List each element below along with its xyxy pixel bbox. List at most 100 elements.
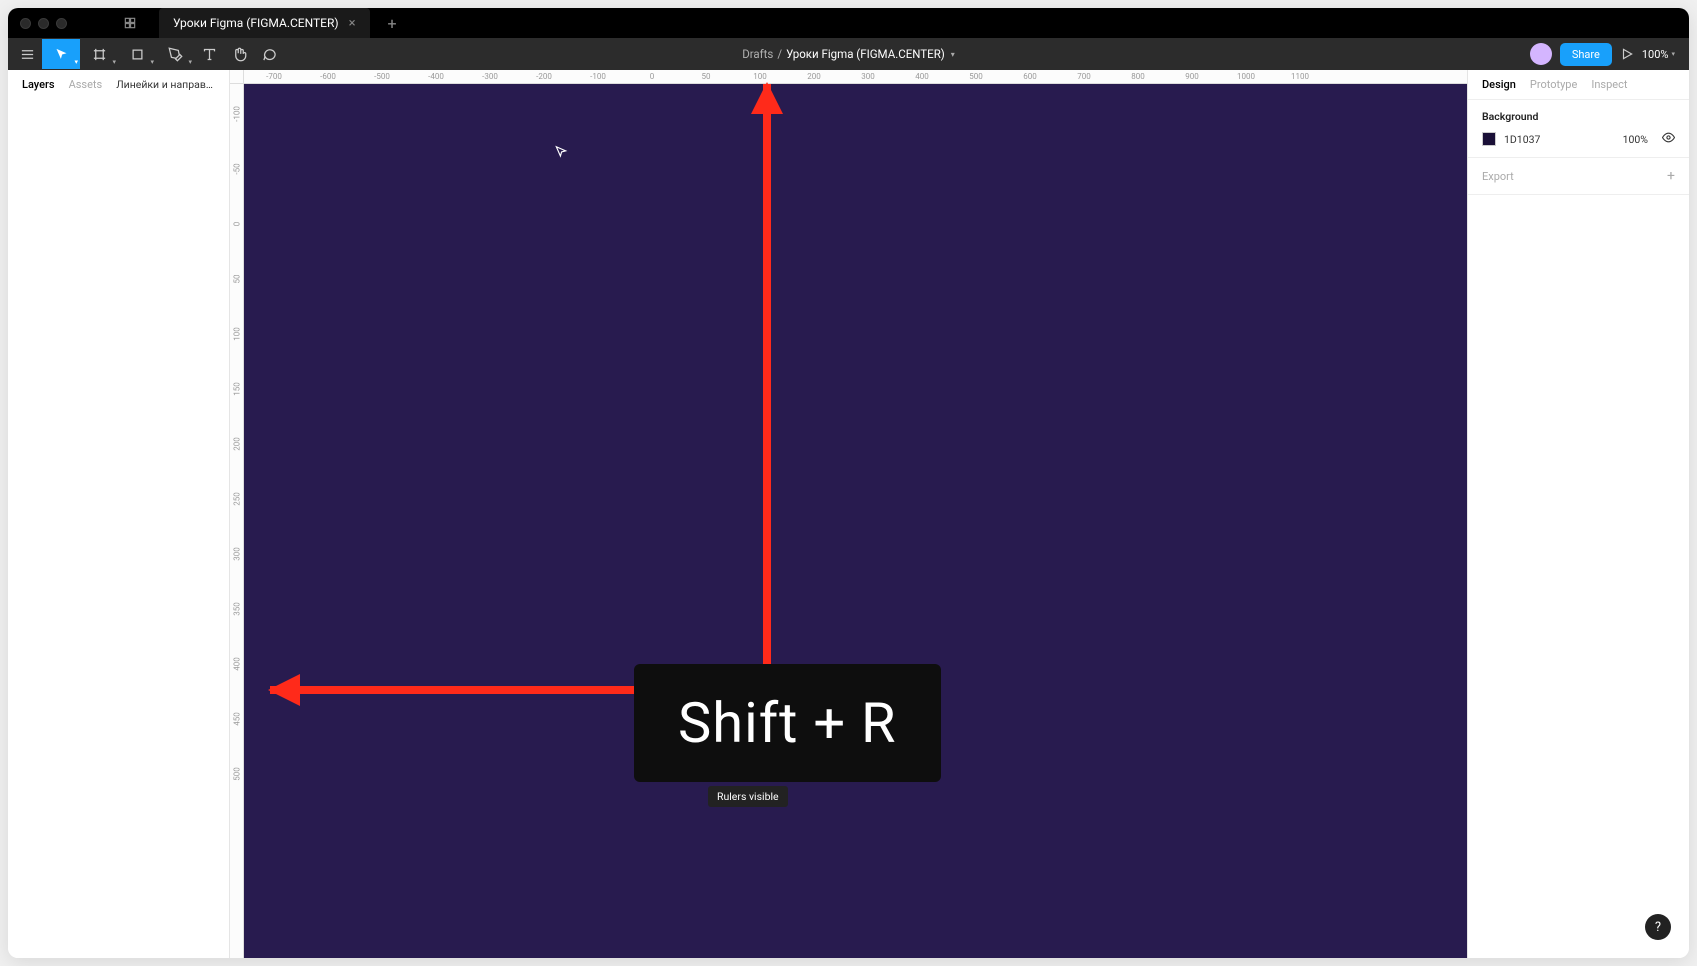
- canvas[interactable]: [244, 84, 1467, 958]
- ruler-tick: 500: [969, 72, 983, 81]
- chevron-down-icon: ▾: [112, 58, 116, 66]
- chevron-down-icon: ▾: [74, 58, 78, 66]
- chevron-down-icon: ▾: [150, 58, 154, 66]
- shape-tool[interactable]: ▾: [118, 39, 156, 69]
- visibility-toggle-icon[interactable]: [1662, 131, 1675, 147]
- ruler-tick: 600: [1023, 72, 1037, 81]
- export-label: Export: [1482, 170, 1514, 183]
- document-tab[interactable]: Уроки Figma (FIGMA.CENTER) ×: [159, 8, 370, 38]
- comment-tool[interactable]: [254, 39, 284, 69]
- zoom-value: 100%: [1642, 48, 1669, 61]
- annotation-arrow-vertical: [763, 84, 771, 689]
- move-tool[interactable]: ▾: [42, 39, 80, 69]
- ruler-tick: 700: [1077, 72, 1091, 81]
- tab-layers[interactable]: Layers: [22, 78, 55, 91]
- background-opacity[interactable]: 100%: [1623, 133, 1648, 146]
- background-title: Background: [1482, 110, 1675, 123]
- export-section: Export +: [1468, 158, 1689, 195]
- tab-prototype[interactable]: Prototype: [1530, 78, 1577, 91]
- ruler-tick: -500: [374, 72, 390, 81]
- toolbar-right: Share 100% ▾: [1530, 43, 1685, 66]
- ruler-tick: 150: [233, 382, 242, 396]
- traffic-lights[interactable]: [20, 18, 67, 29]
- tab-assets[interactable]: Assets: [69, 78, 103, 91]
- tab-title: Уроки Figma (FIGMA.CENTER): [173, 16, 339, 30]
- ruler-tick: 350: [233, 602, 242, 616]
- ruler-tick: -100: [233, 106, 242, 122]
- color-swatch[interactable]: [1482, 132, 1496, 146]
- close-tab-icon[interactable]: ×: [349, 16, 356, 31]
- close-window-icon[interactable]: [20, 18, 31, 29]
- ruler-tick: 1000: [1237, 72, 1255, 81]
- hand-tool[interactable]: [224, 39, 254, 69]
- shortcut-callout: Shift + R: [634, 664, 941, 782]
- ruler-tick: -300: [482, 72, 498, 81]
- cursor-icon: [554, 144, 568, 163]
- annotation-arrow-horizontal: [270, 686, 650, 694]
- minimize-window-icon[interactable]: [38, 18, 49, 29]
- zoom-control[interactable]: 100% ▾: [1642, 48, 1675, 61]
- new-tab-button[interactable]: +: [388, 14, 397, 33]
- right-panel: Design Prototype Inspect Background 1D10…: [1467, 70, 1689, 958]
- main-menu-button[interactable]: [12, 39, 42, 69]
- text-tool[interactable]: [194, 39, 224, 69]
- ruler-tick: 100: [233, 327, 242, 341]
- breadcrumb[interactable]: Drafts / Уроки Figma (FIGMA.CENTER) ▾: [742, 47, 955, 61]
- frame-tool[interactable]: ▾: [80, 39, 118, 69]
- chevron-down-icon: ▾: [1671, 50, 1675, 58]
- background-hex[interactable]: 1D1037: [1504, 133, 1615, 146]
- ruler-tick: 100: [753, 72, 767, 81]
- left-panel: Layers Assets Линейки и направляющие (вк…: [8, 70, 230, 958]
- chevron-down-icon: ▾: [188, 58, 192, 66]
- user-avatar[interactable]: [1530, 43, 1552, 65]
- ruler-horizontal[interactable]: -700 -600 -500 -400 -300 -200 -100 0 50 100 200 300…: [244, 70, 1467, 84]
- ruler-tick: 900: [1185, 72, 1199, 81]
- help-button[interactable]: ?: [1645, 914, 1671, 940]
- present-icon[interactable]: [1620, 47, 1634, 61]
- page-selector[interactable]: Линейки и направляющие (включе...: [116, 78, 215, 91]
- breadcrumb-root[interactable]: Drafts: [742, 47, 773, 61]
- left-panel-tabs: Layers Assets Линейки и направляющие (вк…: [8, 70, 229, 99]
- toolbar: ▾ ▾ ▾ ▾ Drafts / Уроки Figma (FIGMA.CENT…: [8, 38, 1689, 70]
- ruler-tick: 0: [233, 222, 242, 227]
- add-export-button[interactable]: +: [1667, 168, 1675, 184]
- ruler-tick: -200: [536, 72, 552, 81]
- ruler-tick: 400: [233, 657, 242, 671]
- ruler-tick: 500: [233, 767, 242, 781]
- ruler-tick: -400: [428, 72, 444, 81]
- ruler-tick: 200: [807, 72, 821, 81]
- ruler-tick: 0: [650, 72, 655, 81]
- ruler-tick: 450: [233, 712, 242, 726]
- ruler-tick: 800: [1131, 72, 1145, 81]
- breadcrumb-current[interactable]: Уроки Figma (FIGMA.CENTER): [786, 47, 945, 61]
- ruler-tick: 200: [233, 437, 242, 451]
- ruler-tick: 300: [861, 72, 875, 81]
- ruler-tick: -600: [320, 72, 336, 81]
- canvas-area: -700-600-500-400-300-200-100050100200300…: [230, 70, 1467, 958]
- tooltip: Rulers visible: [708, 786, 788, 807]
- ruler-tick: 50: [233, 275, 242, 284]
- workspace: Layers Assets Линейки и направляющие (вк…: [8, 70, 1689, 958]
- maximize-window-icon[interactable]: [56, 18, 67, 29]
- ruler-tick: 400: [915, 72, 929, 81]
- ruler-tick: -50: [233, 163, 242, 174]
- ruler-tick: 250: [233, 492, 242, 506]
- background-section: Background 1D1037 100%: [1468, 100, 1689, 158]
- ruler-tick: -100: [590, 72, 606, 81]
- ruler-tick: 50: [702, 72, 711, 81]
- figma-window: Уроки Figma (FIGMA.CENTER) × + ▾ ▾ ▾ ▾: [8, 8, 1689, 958]
- tab-design[interactable]: Design: [1482, 78, 1516, 91]
- ruler-tick: 1100: [1291, 72, 1309, 81]
- chevron-down-icon[interactable]: ▾: [951, 50, 955, 59]
- right-panel-tabs: Design Prototype Inspect: [1468, 70, 1689, 100]
- home-icon[interactable]: [123, 16, 137, 30]
- share-button[interactable]: Share: [1560, 43, 1612, 66]
- background-row[interactable]: 1D1037 100%: [1482, 131, 1675, 147]
- ruler-vertical[interactable]: -100-50050100150200250300350400450500: [230, 84, 244, 958]
- ruler-corner: [230, 70, 244, 84]
- breadcrumb-separator: /: [777, 47, 782, 61]
- ruler-tick: -700: [266, 72, 282, 81]
- tab-inspect[interactable]: Inspect: [1591, 78, 1627, 91]
- pen-tool[interactable]: ▾: [156, 39, 194, 69]
- titlebar: Уроки Figma (FIGMA.CENTER) × +: [8, 8, 1689, 38]
